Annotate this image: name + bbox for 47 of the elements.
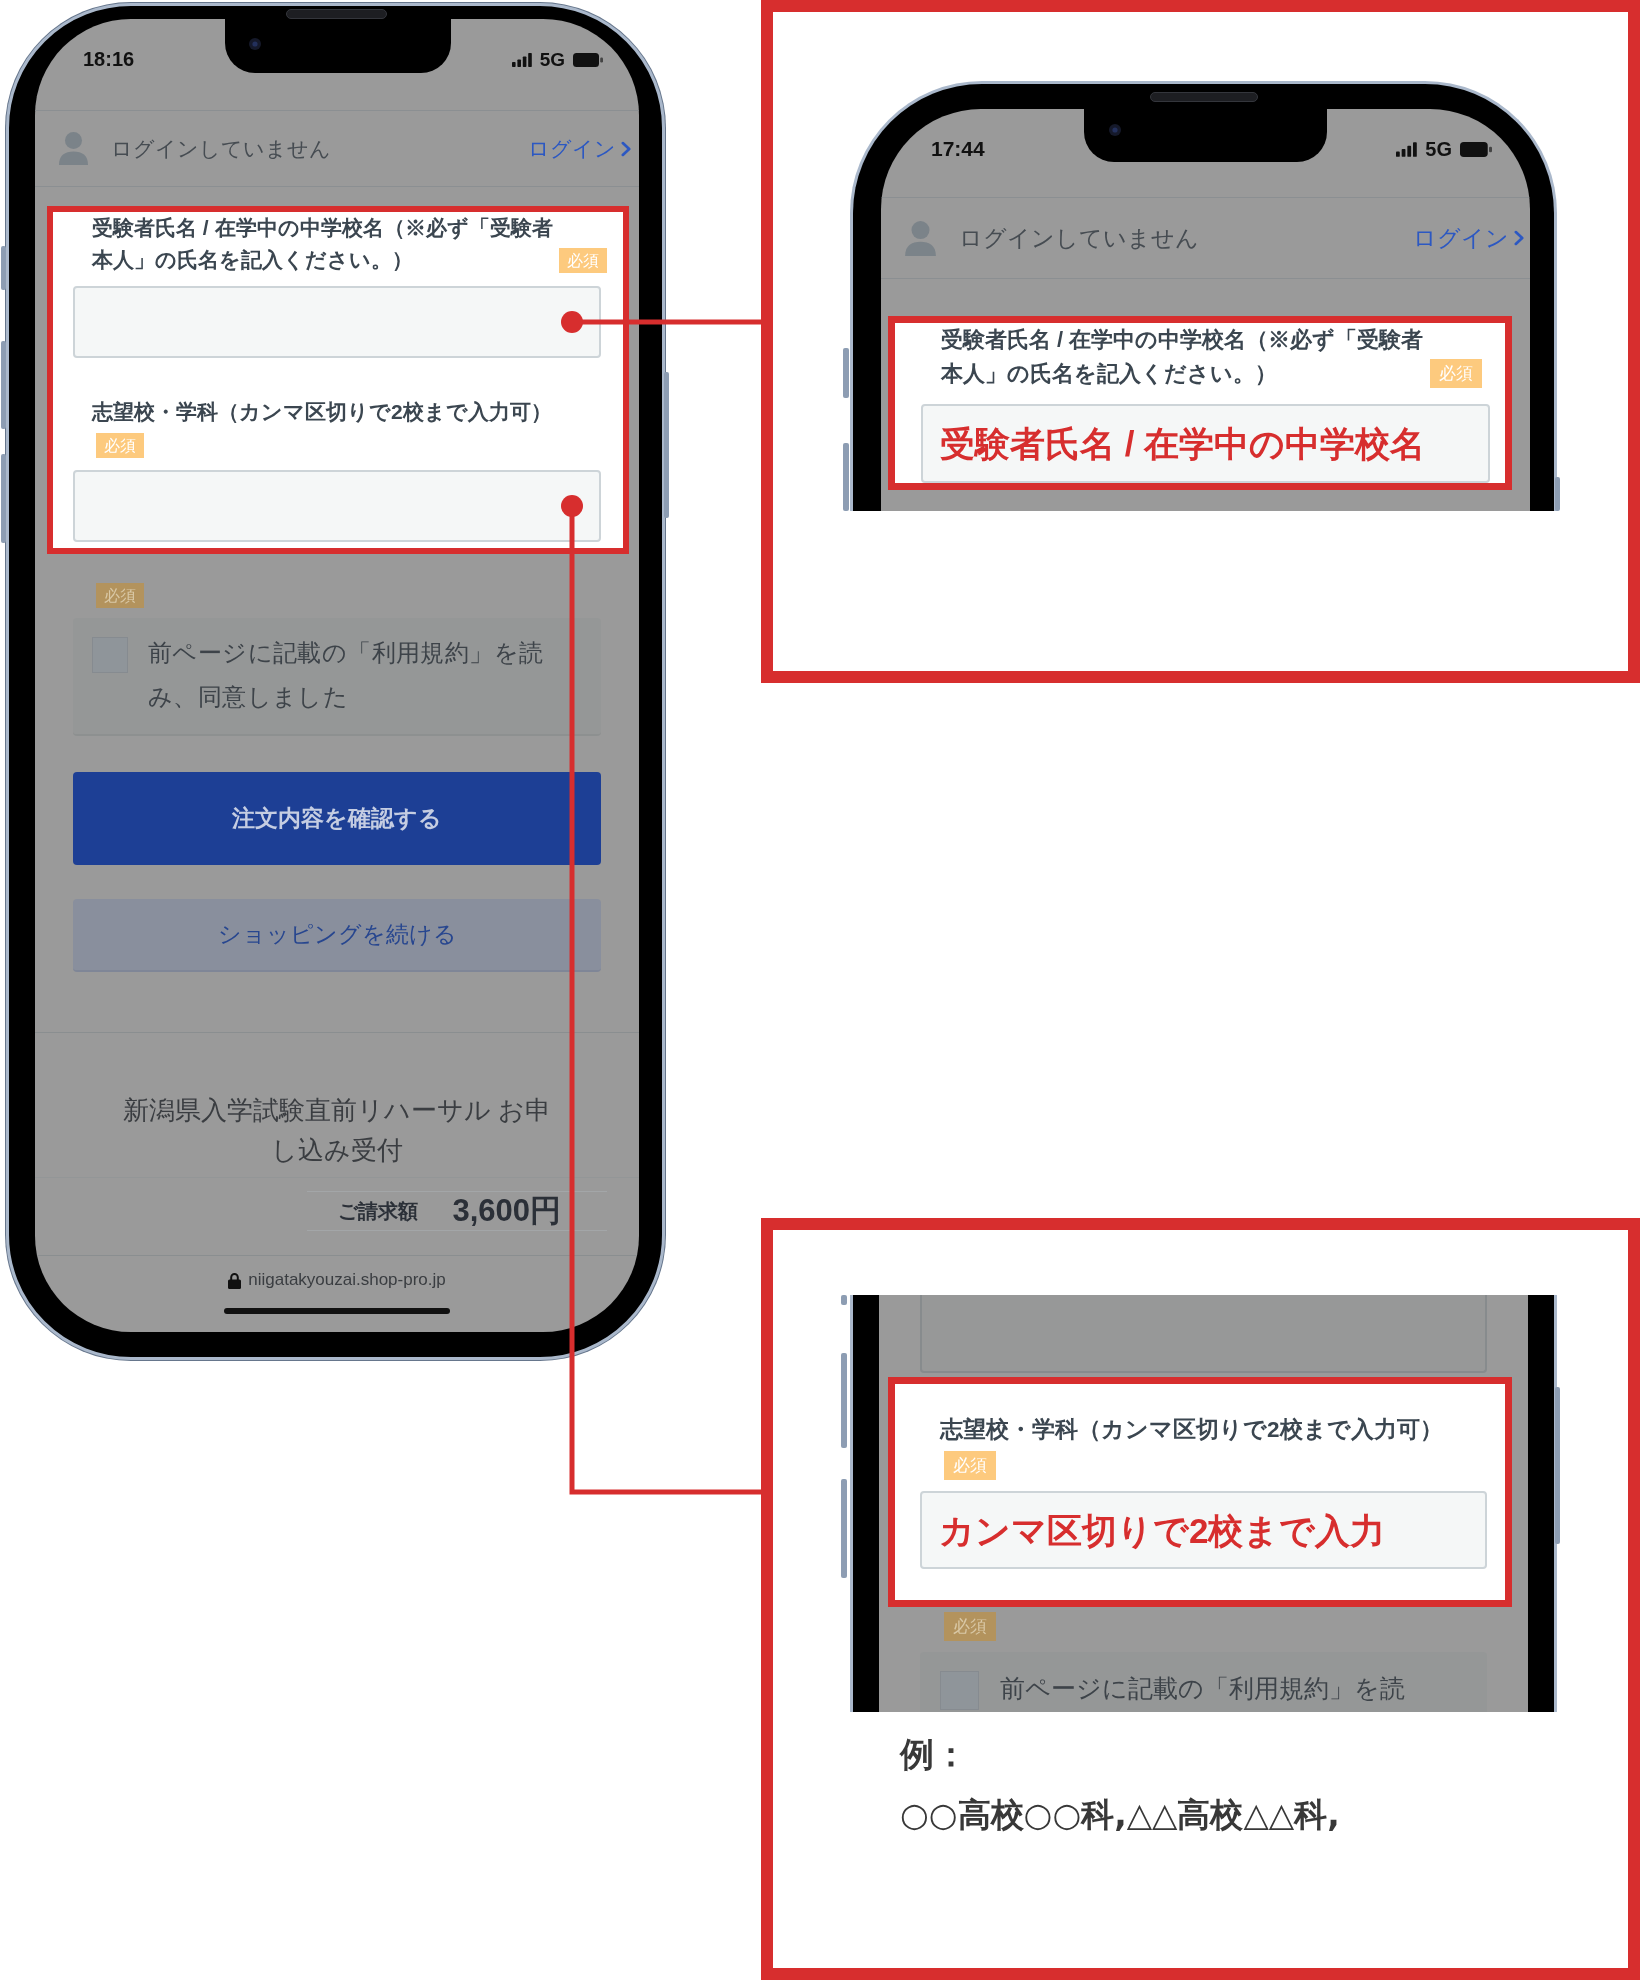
agreement-label: 前ページに記載の「利用規約」を読み、同意しました: [148, 638, 545, 712]
required-badge: 必須: [944, 1612, 996, 1641]
example-heading: 例：: [900, 1734, 969, 1775]
status-time: 18:16: [83, 48, 135, 71]
network-label: 5G: [1425, 137, 1452, 161]
cart-title: 新潟県入学試験直前リハーサル お申し込み受付: [121, 1094, 553, 1167]
signal-icon: [511, 52, 532, 67]
input-field[interactable]: カンマ区切りで2校まで入力: [920, 1491, 1487, 1569]
side-key: [841, 1295, 847, 1305]
side-key: [843, 443, 849, 511]
side-key: [843, 348, 849, 398]
side-key: [1, 246, 6, 290]
required-badge: 必須: [1430, 359, 1482, 388]
login-status: ログインしていません: [111, 135, 331, 162]
confirm-order-button[interactable]: 注文内容を確認する: [73, 772, 601, 865]
total-amount: 3,600円: [452, 1192, 561, 1230]
input-field[interactable]: 受験者氏名 / 在学中の中学校名: [921, 404, 1490, 483]
total-label: ご請求額: [338, 1198, 419, 1224]
battery-icon: [1460, 141, 1492, 157]
network-label: 5G: [539, 48, 565, 71]
example-text: ○○高校○○科,△△高校△△科,: [900, 1794, 1341, 1836]
agreement-label: 前ページに記載の「利用規約」を読: [1000, 1673, 1405, 1704]
required-badge: 必須: [96, 432, 144, 458]
login-status: ログインしていません: [959, 224, 1199, 253]
login-link[interactable]: ログイン: [528, 134, 631, 163]
chevron-right-icon: [1514, 230, 1524, 246]
lock-icon: [228, 1271, 242, 1289]
user-icon: [905, 220, 936, 256]
url-text: niigatakyouzai.shop-pro.jp: [248, 1269, 446, 1291]
field-label: 受験者氏名 / 在学中の中学校名（※必ず「受験者本人」の氏名を記入ください。）: [941, 326, 1425, 388]
field-label: 受験者氏名 / 在学中の中学校名（※必ず「受験者本人」の氏名を記入ください。）: [92, 215, 554, 273]
camera-icon: [249, 38, 261, 50]
login-link[interactable]: ログイン: [1413, 222, 1524, 254]
field-label: 志望校・学科（カンマ区切りで2校まで入力可）: [92, 400, 552, 423]
input-field[interactable]: [920, 1295, 1487, 1373]
field-label: 志望校・学科（カンマ区切りで2校まで入力可）: [940, 1417, 1443, 1442]
status-time: 17:44: [931, 137, 985, 161]
continue-shopping-button[interactable]: ショッピングを続ける: [73, 899, 601, 972]
battery-icon: [573, 52, 603, 67]
user-icon: [59, 132, 88, 165]
required-badge: 必須: [559, 248, 607, 273]
side-key: [1555, 477, 1560, 511]
required-badge: 必須: [96, 583, 144, 608]
required-badge: 必須: [944, 1450, 996, 1480]
camera-icon: [1109, 124, 1121, 136]
chevron-right-icon: [621, 140, 631, 157]
signal-icon: [1396, 141, 1418, 157]
